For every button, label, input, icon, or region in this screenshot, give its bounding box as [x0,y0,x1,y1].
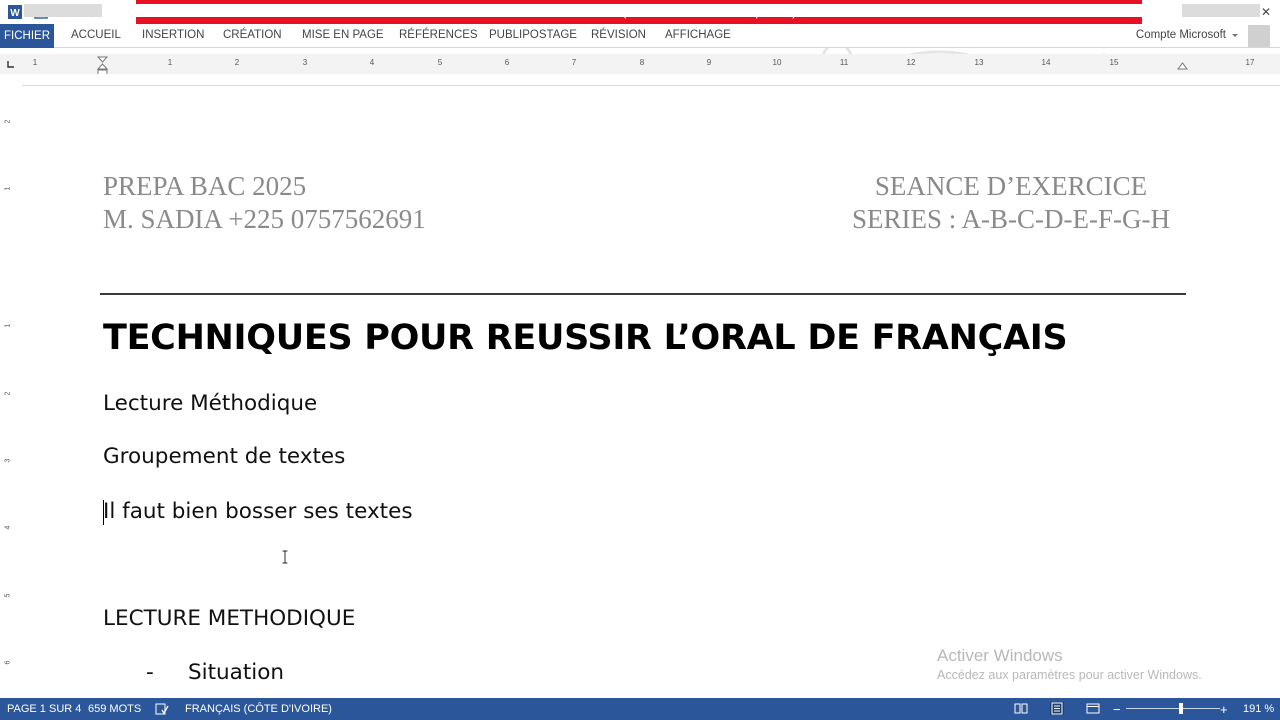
ruler-number: 15 [1109,58,1119,67]
proofing-icon[interactable] [155,698,169,720]
text-cursor [103,500,104,525]
read-mode-icon[interactable] [1014,702,1028,715]
zoom-slider-thumb[interactable] [1179,703,1183,714]
ruler-number: 7 [571,58,577,67]
tab-home[interactable]: ACCUEIL [65,24,127,46]
zoom-slider[interactable] [1126,708,1220,709]
zoom-out-button[interactable]: − [1113,698,1121,720]
ribbon-tabs: FICHIER ACCUEIL INSERTION CRÉATION MISE … [0,24,1280,72]
ibeam-cursor-icon [282,550,288,564]
ruler-number: 8 [639,58,645,67]
document-canvas[interactable] [20,74,1280,698]
section-title: LECTURE METHODIQUE [103,606,356,631]
tab-design[interactable]: CRÉATION [217,24,288,46]
web-layout-icon[interactable] [1086,702,1100,715]
header-left-line-2: M. SADIA +225 0757562691 [103,204,426,234]
word-app-icon[interactable]: W [4,1,26,23]
language-indicator[interactable]: FRANÇAIS (CÔTE D'IVOIRE) [185,698,332,720]
tab-selector-icon[interactable] [4,58,18,70]
indent-marker-icon[interactable] [97,56,108,76]
vertical-ruler-number: 4 [4,525,12,530]
vertical-ruler-number: 1 [4,323,12,328]
ruler-number: 4 [369,58,375,67]
status-bar: PAGE 1 SUR 4 659 MOTS FRANÇAIS (CÔTE D'I… [0,698,1280,720]
account-menu[interactable]: Compte Microsoft [1136,24,1240,46]
header-right-line-2: SERIES : A-B-C-D-E-F-G-H [852,204,1170,234]
ruler-number: 13 [974,58,984,67]
zoom-level[interactable]: 191 % [1243,698,1274,720]
print-layout-icon[interactable] [1050,702,1064,715]
chevron-down-icon [1232,34,1238,37]
right-indent-marker-icon[interactable] [1177,60,1188,70]
header-separator [100,293,1186,295]
ruler-number: 10 [772,58,782,67]
ruler-number: 11 [839,58,849,67]
header-left: PREPA BAC 2025 M. SADIA +225 0757562691 [103,170,426,236]
avatar[interactable] [1248,25,1270,47]
ruler-number: 17 [1245,58,1255,67]
tab-view[interactable]: AFFICHAGE [659,24,737,46]
svg-text:W: W [10,8,20,19]
header-right-line-1: SEANCE D’EXERCICE [874,171,1148,201]
vertical-ruler-number: 3 [4,458,12,463]
activation-title: Activer Windows [937,646,1063,665]
ruler-number: 2 [234,58,240,67]
paragraph-line: Lecture Méthodique [103,391,318,416]
ruler-left-margin [24,4,102,17]
paragraph-line: Il faut bien bosser ses textes [103,499,413,524]
document-heading: TECHNIQUES POUR REUSSIR L’ORAL DE FRANÇA… [103,318,1068,358]
horizontal-ruler[interactable] [24,4,1260,17]
header-left-line-1: PREPA BAC 2025 [103,171,307,201]
ruler-number: 3 [302,58,308,67]
ruler-right-margin [1182,4,1260,17]
ruler-number: 5 [437,58,443,67]
zoom-in-button[interactable]: + [1220,698,1228,720]
account-name: Compte Microsoft [1135,29,1226,41]
bullet-marker: - [146,660,154,685]
ruler-number: 9 [706,58,712,67]
vertical-ruler-number: 2 [4,391,12,396]
vertical-ruler-number: 2 [4,119,12,124]
tab-file[interactable]: FICHIER [0,24,54,48]
ruler-number: 6 [504,58,510,67]
tab-references[interactable]: RÉFÉRENCES [393,24,484,46]
bullet-item: Situation [188,660,285,685]
paragraph-line: Groupement de textes [103,444,346,469]
vertical-ruler-number: 5 [4,593,12,598]
tab-review[interactable]: RÉVISION [585,24,652,46]
header-right: SEANCE D’EXERCICE SERIES : A-B-C-D-E-F-G… [852,170,1170,236]
tab-insert[interactable]: INSERTION [136,24,210,46]
page-top-edge [22,85,1280,86]
ruler-number: 1 [32,58,38,67]
ruler-number: 14 [1041,58,1051,67]
ruler-number: 1 [167,58,173,67]
word-count[interactable]: 659 MOTS [88,698,141,720]
page-indicator[interactable]: PAGE 1 SUR 4 [7,698,81,720]
windows-activation-watermark: Activer Windows Accédez aux paramètres p… [937,646,1202,682]
tab-mailings[interactable]: PUBLIPOSTAGE [483,24,583,46]
activation-subtitle: Accédez aux paramètres pour activer Wind… [937,668,1202,682]
ruler-number: 12 [906,58,916,67]
tab-layout[interactable]: MISE EN PAGE [296,24,390,46]
vertical-ruler-number: 1 [4,186,12,191]
vertical-ruler-number: 6 [4,660,12,665]
